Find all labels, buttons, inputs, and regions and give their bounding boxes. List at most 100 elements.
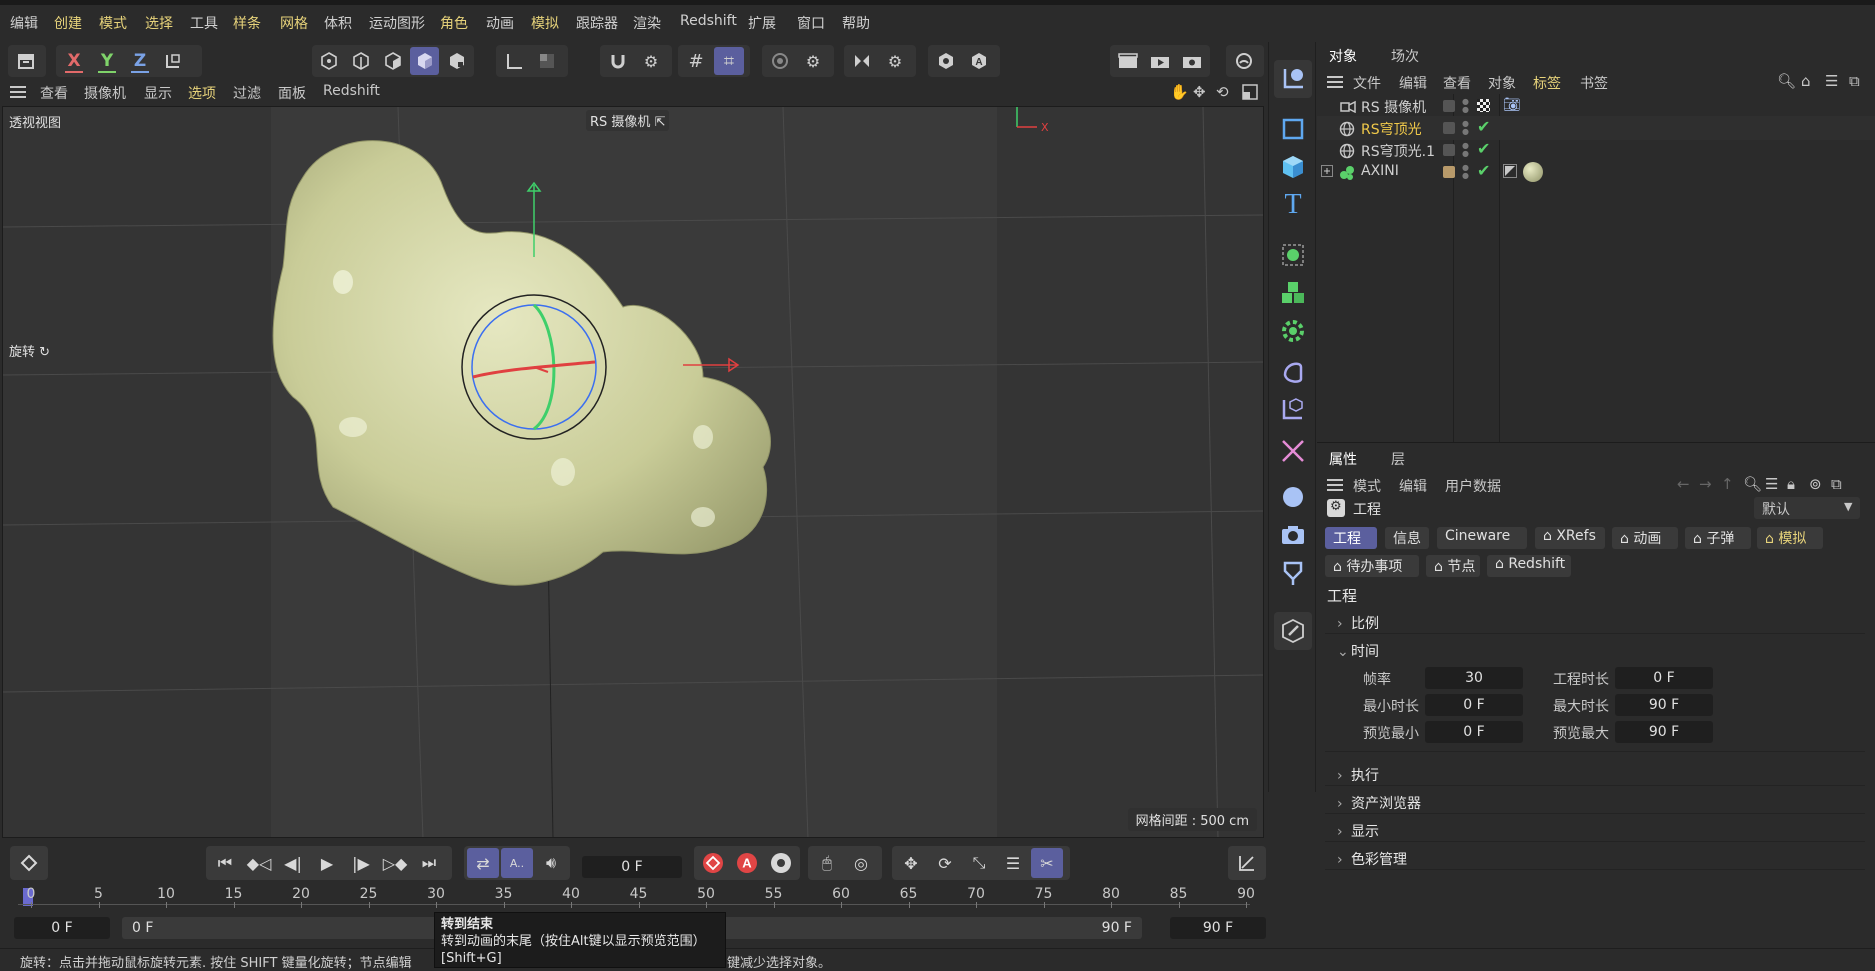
coordinate-object-icon[interactable]	[1274, 390, 1312, 428]
deformer-icon[interactable]	[1274, 352, 1312, 390]
environment-icon[interactable]	[1274, 478, 1312, 516]
menu-item[interactable]: 创建	[54, 13, 82, 33]
menu-item[interactable]: 运动图形	[369, 13, 425, 33]
menu-item[interactable]: 动画	[486, 13, 514, 33]
menu-item[interactable]: 扩展	[748, 13, 776, 33]
group-scale[interactable]: › 比例	[1337, 613, 1379, 633]
menu-item[interactable]: 网格	[280, 13, 308, 33]
solo-icon[interactable]	[532, 47, 562, 75]
key-rotation-icon[interactable]: ⟳	[929, 848, 961, 878]
maximize-view-icon[interactable]	[1242, 84, 1258, 104]
up-arrow-icon[interactable]: ↑	[1721, 475, 1734, 493]
coordinate-system-icon[interactable]	[158, 47, 188, 75]
duration-field[interactable]: 0 F	[1615, 667, 1713, 689]
menu-item[interactable]: 样条	[233, 13, 261, 33]
loop-icon[interactable]: ⇄	[467, 848, 499, 878]
key-pla-icon[interactable]: ✂	[1031, 848, 1063, 878]
key-position-icon[interactable]: ✥	[895, 848, 927, 878]
auto-icon[interactable]: A	[964, 47, 994, 75]
rotate-view-icon[interactable]: ⟲	[1216, 83, 1229, 101]
attribute-tab-chip[interactable]: ⌂ 模拟	[1757, 527, 1823, 549]
polygon-mode-icon[interactable]	[379, 47, 408, 75]
menu-item[interactable]: 模拟	[531, 13, 559, 33]
uv-mode-icon[interactable]	[442, 47, 471, 75]
snap-settings-icon[interactable]: ⚙	[636, 47, 666, 75]
menu-item[interactable]: 帮助	[842, 13, 870, 33]
viewport-menu-item[interactable]: 摄像机	[84, 83, 126, 103]
layer-swatch[interactable]	[1443, 166, 1455, 178]
group-color-management[interactable]: › 色彩管理	[1337, 849, 1407, 869]
object-manager-menu-item[interactable]: 编辑	[1399, 73, 1427, 93]
menu-item[interactable]: 编辑	[10, 13, 38, 33]
attribute-tab-chip[interactable]: ⌂ 待办事项	[1325, 555, 1419, 577]
point-mode-icon[interactable]	[315, 47, 344, 75]
tab-objects[interactable]: 对象	[1329, 46, 1357, 66]
group-time[interactable]: ⌄ 时间	[1337, 641, 1379, 661]
enabled-check-icon[interactable]: ✔	[1477, 161, 1490, 180]
visibility-dots[interactable]: ● ●	[1462, 142, 1469, 158]
viewport-menu-item[interactable]: 过滤	[233, 83, 261, 103]
perspective-viewport[interactable]: Y X 透视视图 RS 摄像机 ⇱ 旋转 ↻ 网格间距 : 500 cm	[2, 106, 1264, 838]
min-time-field[interactable]: 0 F	[1425, 694, 1523, 716]
viewport-menu-item[interactable]: 查看	[40, 83, 68, 103]
symmetry-settings-icon[interactable]: ⚙	[880, 47, 910, 75]
tab-takes[interactable]: 场次	[1391, 46, 1419, 66]
record-key-icon[interactable]	[697, 848, 729, 878]
max-time-field[interactable]: 90 F	[1615, 694, 1713, 716]
next-frame-icon[interactable]: |▶	[345, 848, 377, 878]
lock-icon[interactable]: 🔒︎	[1787, 475, 1795, 493]
preview-min-field[interactable]: 0 F	[1425, 721, 1523, 743]
quantize-icon[interactable]: ⌗	[714, 47, 744, 75]
enabled-check-icon[interactable]: ✔	[1477, 139, 1490, 158]
range-end-field[interactable]: 90 F	[1170, 917, 1266, 939]
attribute-tab-chip[interactable]: ⌂ 子弹	[1685, 527, 1751, 549]
enabled-check-icon[interactable]: ✔	[1477, 117, 1490, 136]
motion-path-icon[interactable]: ◎	[845, 848, 877, 878]
key-settings-icon[interactable]	[765, 848, 797, 878]
redshift-ipr-icon[interactable]	[1229, 47, 1259, 75]
render-view-icon[interactable]	[1113, 47, 1142, 75]
y-axis-lock-button[interactable]: Y	[92, 47, 122, 75]
visibility-dots[interactable]: ● ●	[1462, 98, 1469, 114]
camera-create-icon[interactable]	[1274, 516, 1312, 554]
edge-mode-icon[interactable]	[347, 47, 376, 75]
timeline-ruler[interactable]: 0 5 10 15 20 25 30 35 40 45 50 55 60 65 70 75 80 85 90	[0, 884, 1268, 910]
symmetry-icon[interactable]	[847, 47, 877, 75]
menu-user-data[interactable]: 用户数据	[1445, 476, 1501, 496]
menu-mode[interactable]: 模式	[1353, 476, 1381, 496]
object-row-rs-dome-light-1[interactable]: RS穹顶光.1 ● ● ✔	[1317, 138, 1875, 162]
play-icon[interactable]: ▶	[311, 848, 343, 878]
viewport-menu-item[interactable]: 面板	[278, 83, 306, 103]
layer-swatch[interactable]	[1443, 144, 1455, 156]
previous-frame-icon[interactable]: ◀|	[277, 848, 309, 878]
x-axis-lock-button[interactable]: X	[59, 47, 89, 75]
soft-selection-settings-icon[interactable]: ⚙	[798, 47, 828, 75]
null-object-icon[interactable]	[1274, 60, 1312, 98]
viewport-solo-icon[interactable]	[931, 47, 961, 75]
previous-key-icon[interactable]: ◆◁	[243, 848, 275, 878]
layer-swatch[interactable]	[1443, 100, 1455, 112]
object-manager-menu-item[interactable]: 查看	[1443, 73, 1471, 93]
attribute-tab-chip[interactable]: ⌂ Redshift	[1487, 555, 1571, 577]
viewport-name[interactable]: 透视视图	[9, 112, 61, 131]
soft-selection-icon[interactable]	[765, 47, 795, 75]
model-mode-icon[interactable]	[410, 47, 440, 75]
preview-max-field[interactable]: 90 F	[1615, 721, 1713, 743]
attribute-tab-chip[interactable]: ⌂ 动画	[1612, 527, 1678, 549]
cloner-icon[interactable]	[1274, 236, 1312, 274]
z-axis-lock-button[interactable]: Z	[125, 47, 155, 75]
go-to-start-icon[interactable]: ⏮	[209, 848, 241, 878]
preset-dropdown[interactable]: 默认 ▼	[1754, 497, 1860, 519]
viewport-menu-item[interactable]: Redshift	[323, 83, 380, 99]
forward-arrow-icon[interactable]: →	[1699, 475, 1712, 493]
object-manager-menu-item[interactable]: 对象	[1488, 73, 1516, 93]
range-start-field[interactable]: 0 F	[14, 917, 110, 939]
archive-icon[interactable]	[11, 47, 41, 75]
cube-icon[interactable]	[1274, 148, 1312, 186]
expand-icon[interactable]	[1321, 165, 1333, 181]
checker-tag-icon[interactable]	[1477, 99, 1490, 112]
menu-item[interactable]: 工具	[190, 13, 218, 33]
pin-icon[interactable]: ⊚	[1809, 475, 1822, 493]
field-icon[interactable]	[1274, 312, 1312, 350]
attribute-tab-chip[interactable]: 工程	[1325, 527, 1377, 549]
